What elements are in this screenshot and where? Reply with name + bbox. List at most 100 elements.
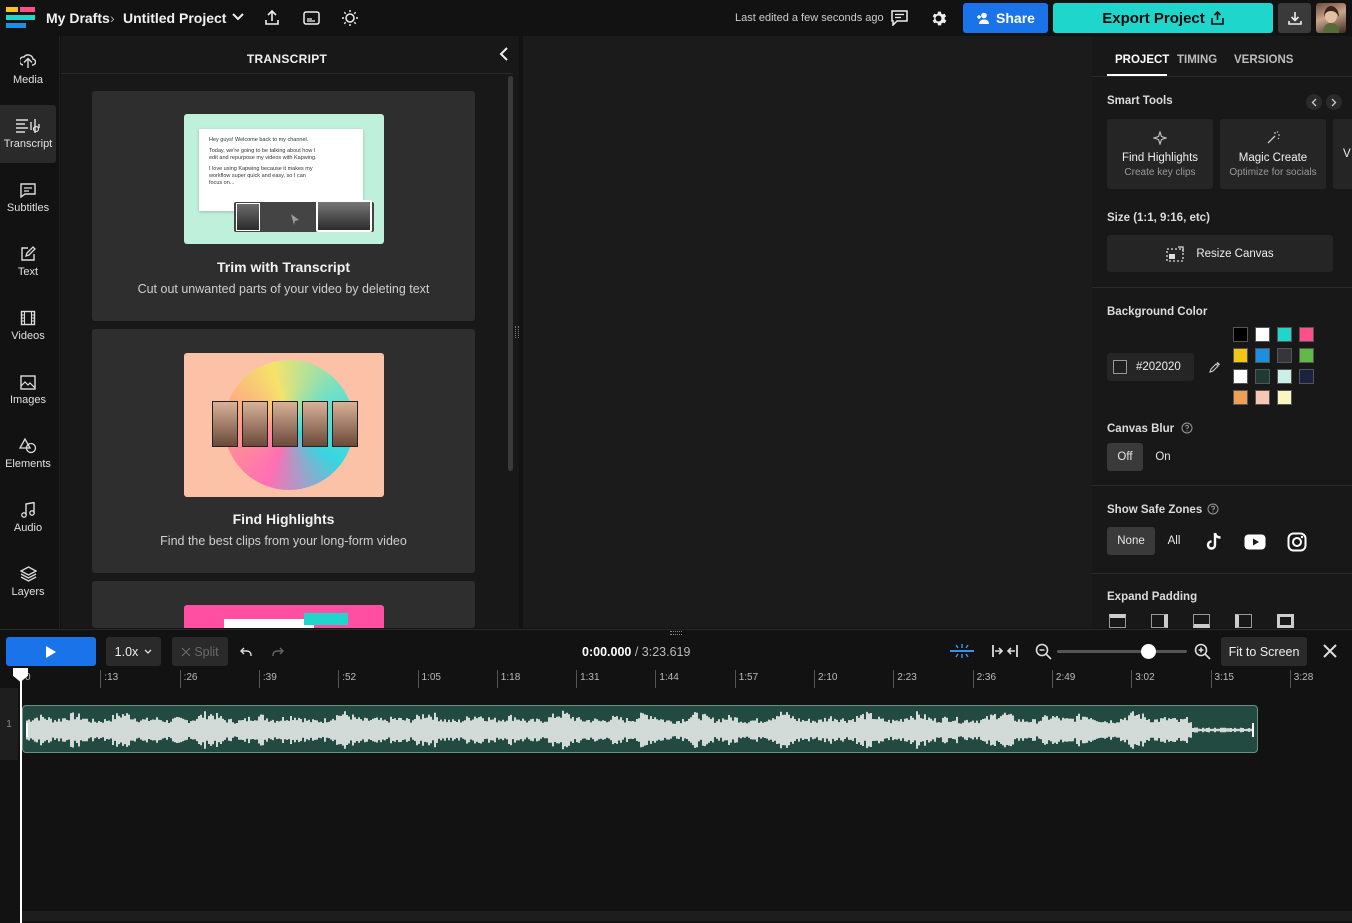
color-swatch[interactable] [1233,327,1248,342]
padding-all-icon[interactable] [1277,614,1294,628]
color-swatch[interactable] [1277,390,1292,405]
sidebar-item-label: Media [13,74,43,86]
timeline-resize-handle[interactable] [670,631,682,635]
tab-versions[interactable]: VERSIONS [1234,54,1293,66]
youtube-icon[interactable] [1244,531,1266,553]
padding-right-icon[interactable] [1151,614,1168,628]
find-highlights-card[interactable]: Find Highlights Find the best clips from… [92,329,475,573]
close-icon[interactable] [1321,642,1339,660]
zoom-slider-thumb[interactable] [1141,644,1156,659]
ruler-tick: 2:49 [1051,670,1075,688]
clip-trim-handle-right[interactable] [1252,723,1254,737]
color-swatch[interactable] [1233,348,1248,363]
audio-clip[interactable] [22,705,1258,753]
color-swatch[interactable] [1299,369,1314,384]
color-swatch[interactable] [1299,327,1314,342]
sidebar-item-elements[interactable]: Elements [0,425,56,483]
color-swatch[interactable] [1255,348,1270,363]
fit-clips-icon[interactable] [991,642,1019,660]
subtitles-toggle-icon[interactable] [301,8,321,28]
sidebar-item-videos[interactable]: Videos [0,297,56,355]
export-project-button[interactable]: Export Project [1053,3,1273,33]
sidebar-item-transcript[interactable]: Transcript [0,105,56,163]
sparkle-icon [1153,130,1167,145]
color-swatch[interactable] [1255,327,1270,342]
kapwing-logo[interactable] [6,6,36,28]
find-highlights-tool[interactable]: Find Highlights Create key clips [1107,119,1213,189]
resize-icon [1166,245,1184,262]
color-swatch[interactable] [1277,369,1292,384]
safe-zone-none-option[interactable]: None [1107,527,1155,555]
playhead[interactable] [20,670,22,923]
breadcrumb-my-drafts[interactable]: My Drafts [46,10,110,26]
clip-trim-handle-left[interactable] [26,723,28,737]
panel-title: TRANSCRIPT [246,52,328,66]
color-swatch[interactable] [1233,369,1248,384]
sidebar-item-label: Subtitles [6,201,50,214]
share-button[interactable]: Share [963,3,1048,33]
comments-icon[interactable] [889,8,909,28]
video-canvas-area[interactable] [523,36,1092,628]
tiktok-icon[interactable] [1202,531,1224,553]
eyedropper-icon[interactable] [1207,359,1223,375]
next-tool-card[interactable]: V [1333,119,1352,189]
chevron-right-icon[interactable] [1326,94,1342,110]
project-title[interactable]: Untitled Project [123,10,226,26]
playback-speed-select[interactable]: 1.0x [106,637,161,666]
magic-create-tool[interactable]: Magic Create Optimize for socials [1220,119,1326,189]
ruler-tick: 1:57 [734,670,758,688]
timeline-scrollbar[interactable] [22,911,1352,921]
blur-off-option[interactable]: Off [1107,443,1143,471]
color-swatch[interactable] [1299,348,1314,363]
timeline-ruler[interactable]: 0:13:26:39:52 1:05 1:18 1:31 1:44 1:57 2:10 2:2… [0,670,1352,688]
audio-waveform [26,710,1254,750]
color-swatch[interactable] [1255,390,1270,405]
padding-top-icon[interactable] [1109,614,1126,628]
current-time: 0:00.000 [582,645,632,659]
avatar[interactable] [1316,3,1346,33]
instagram-icon[interactable] [1286,531,1308,553]
sidebar-item-audio[interactable]: Audio [0,489,56,547]
sidebar-item-media[interactable]: Media [0,41,56,99]
safe-zone-all-option[interactable]: All [1160,527,1188,555]
tab-timing[interactable]: TIMING [1177,54,1217,66]
smart-tools-label: Smart Tools [1107,95,1173,107]
background-color-input[interactable]: #202020 [1107,353,1194,381]
play-button[interactable] [6,637,96,666]
tab-project[interactable]: PROJECT [1115,54,1169,66]
third-feature-card[interactable] [92,581,475,628]
redo-icon[interactable] [271,645,285,659]
sidebar-item-layers[interactable]: Layers [0,553,56,611]
snap-icon[interactable] [948,642,976,660]
panel-scrollbar[interactable] [508,76,513,471]
blur-on-option[interactable]: On [1147,443,1179,471]
zoom-in-icon[interactable] [1193,642,1211,660]
color-swatch[interactable] [1255,369,1270,384]
lightbulb-icon[interactable] [340,8,360,28]
upload-icon[interactable] [262,8,282,28]
sidebar-item-images[interactable]: Images [0,361,56,419]
zoom-out-icon[interactable] [1034,642,1052,660]
gear-icon[interactable] [928,8,948,28]
download-button[interactable] [1278,3,1311,33]
color-swatch[interactable] [1277,348,1292,363]
help-icon[interactable] [1180,421,1194,435]
collapse-panel-icon[interactable] [495,46,511,62]
color-swatch[interactable] [1233,390,1248,405]
padding-left-icon[interactable] [1235,614,1252,628]
chevron-left-icon[interactable] [1306,94,1322,110]
resize-canvas-button[interactable]: Resize Canvas [1107,235,1333,272]
ruler-tick: 2:23 [893,670,917,688]
split-button[interactable]: Split [172,637,228,666]
sidebar-item-text[interactable]: Text [0,233,56,291]
fit-to-screen-button[interactable]: Fit to Screen [1221,637,1307,666]
undo-icon[interactable] [239,645,253,659]
chevron-down-icon[interactable] [231,10,245,24]
panel-resize-handle[interactable] [515,326,519,338]
zoom-slider[interactable] [1057,644,1187,659]
sidebar-item-subtitles[interactable]: Subtitles [0,169,56,227]
padding-bottom-icon[interactable] [1193,614,1210,628]
help-icon[interactable] [1206,502,1220,516]
color-swatch[interactable] [1277,327,1292,342]
trim-with-transcript-card[interactable]: Hey guys! Welcome back to my channel. To… [92,91,475,321]
